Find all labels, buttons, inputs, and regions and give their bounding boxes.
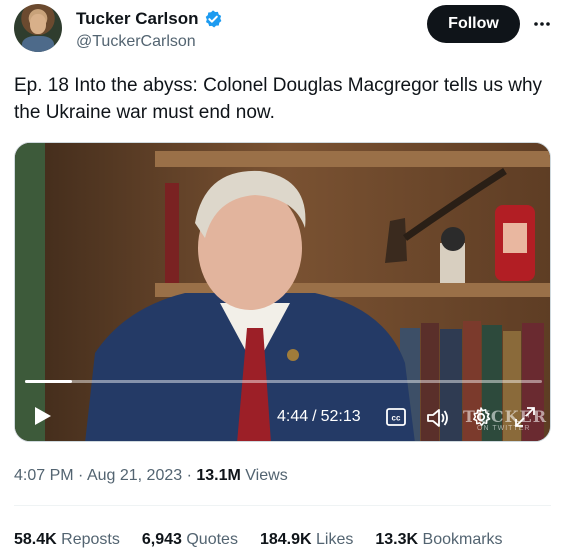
video-progress-fill xyxy=(25,380,73,383)
svg-text:cc: cc xyxy=(392,414,401,423)
quotes-label: Quotes xyxy=(186,531,238,548)
likes-label: Likes xyxy=(316,531,354,548)
video-progress-bar[interactable] xyxy=(25,380,542,383)
reposts-label: Reposts xyxy=(61,531,120,548)
video-player[interactable]: 4:44 / 52:13 cc TUCKER ON TWITTER xyxy=(14,142,551,442)
settings-icon[interactable] xyxy=(470,406,492,428)
bookmarks-count: 13.3K xyxy=(375,531,419,548)
divider xyxy=(14,505,551,506)
stat-reposts[interactable]: 58.4K Reposts xyxy=(14,529,120,551)
author-handle[interactable]: @TuckerCarlson xyxy=(76,31,223,53)
avatar-shirt xyxy=(22,36,54,52)
author-display-name-row[interactable]: Tucker Carlson xyxy=(76,8,223,30)
meta-separator: · xyxy=(186,467,192,484)
video-duration: 52:13 xyxy=(320,408,361,425)
closed-captions-icon[interactable]: cc xyxy=(386,408,406,426)
stat-likes[interactable]: 184.9K Likes xyxy=(260,529,353,551)
stat-quotes[interactable]: 6,943 Quotes xyxy=(142,529,238,551)
follow-button[interactable]: Follow xyxy=(427,5,520,43)
video-current-time: 4:44 xyxy=(277,408,309,425)
quotes-count: 6,943 xyxy=(141,531,182,548)
bookmarks-label: Bookmarks xyxy=(422,531,503,548)
volume-icon[interactable] xyxy=(426,407,450,429)
verified-badge-icon[interactable] xyxy=(203,9,223,29)
avatar-face xyxy=(30,14,46,34)
author-names: Tucker Carlson @TuckerCarlson xyxy=(76,8,223,53)
reposts-count: 58.4K xyxy=(14,531,57,548)
video-time-separator: / xyxy=(312,408,317,425)
tweet-header: Tucker Carlson @TuckerCarlson Follow xyxy=(14,4,554,56)
fullscreen-icon[interactable] xyxy=(514,406,536,428)
views-count[interactable]: 13.1M xyxy=(196,467,240,484)
tweet-date[interactable]: Aug 21, 2023 xyxy=(87,467,182,484)
tweet-text: Ep. 18 Into the abyss: Colonel Douglas M… xyxy=(14,75,543,123)
meta-separator: · xyxy=(78,467,84,484)
likes-count: 184.9K xyxy=(259,531,312,548)
video-frame xyxy=(15,143,550,441)
views-label: Views xyxy=(245,467,288,484)
video-time: 4:44 / 52:13 xyxy=(277,408,361,426)
avatar[interactable] xyxy=(14,4,62,52)
tweet-time[interactable]: 4:07 PM xyxy=(14,467,74,484)
tweet-meta: 4:07 PM · Aug 21, 2023 · 13.1M Views xyxy=(14,465,288,487)
play-icon[interactable] xyxy=(31,405,53,427)
stat-bookmarks[interactable]: 13.3K Bookmarks xyxy=(375,529,502,551)
engagement-stats: 58.4K Reposts 6,943 Quotes 184.9K Likes … xyxy=(14,529,503,551)
more-options-icon[interactable] xyxy=(532,14,552,34)
author-display-name[interactable]: Tucker Carlson xyxy=(76,8,199,30)
